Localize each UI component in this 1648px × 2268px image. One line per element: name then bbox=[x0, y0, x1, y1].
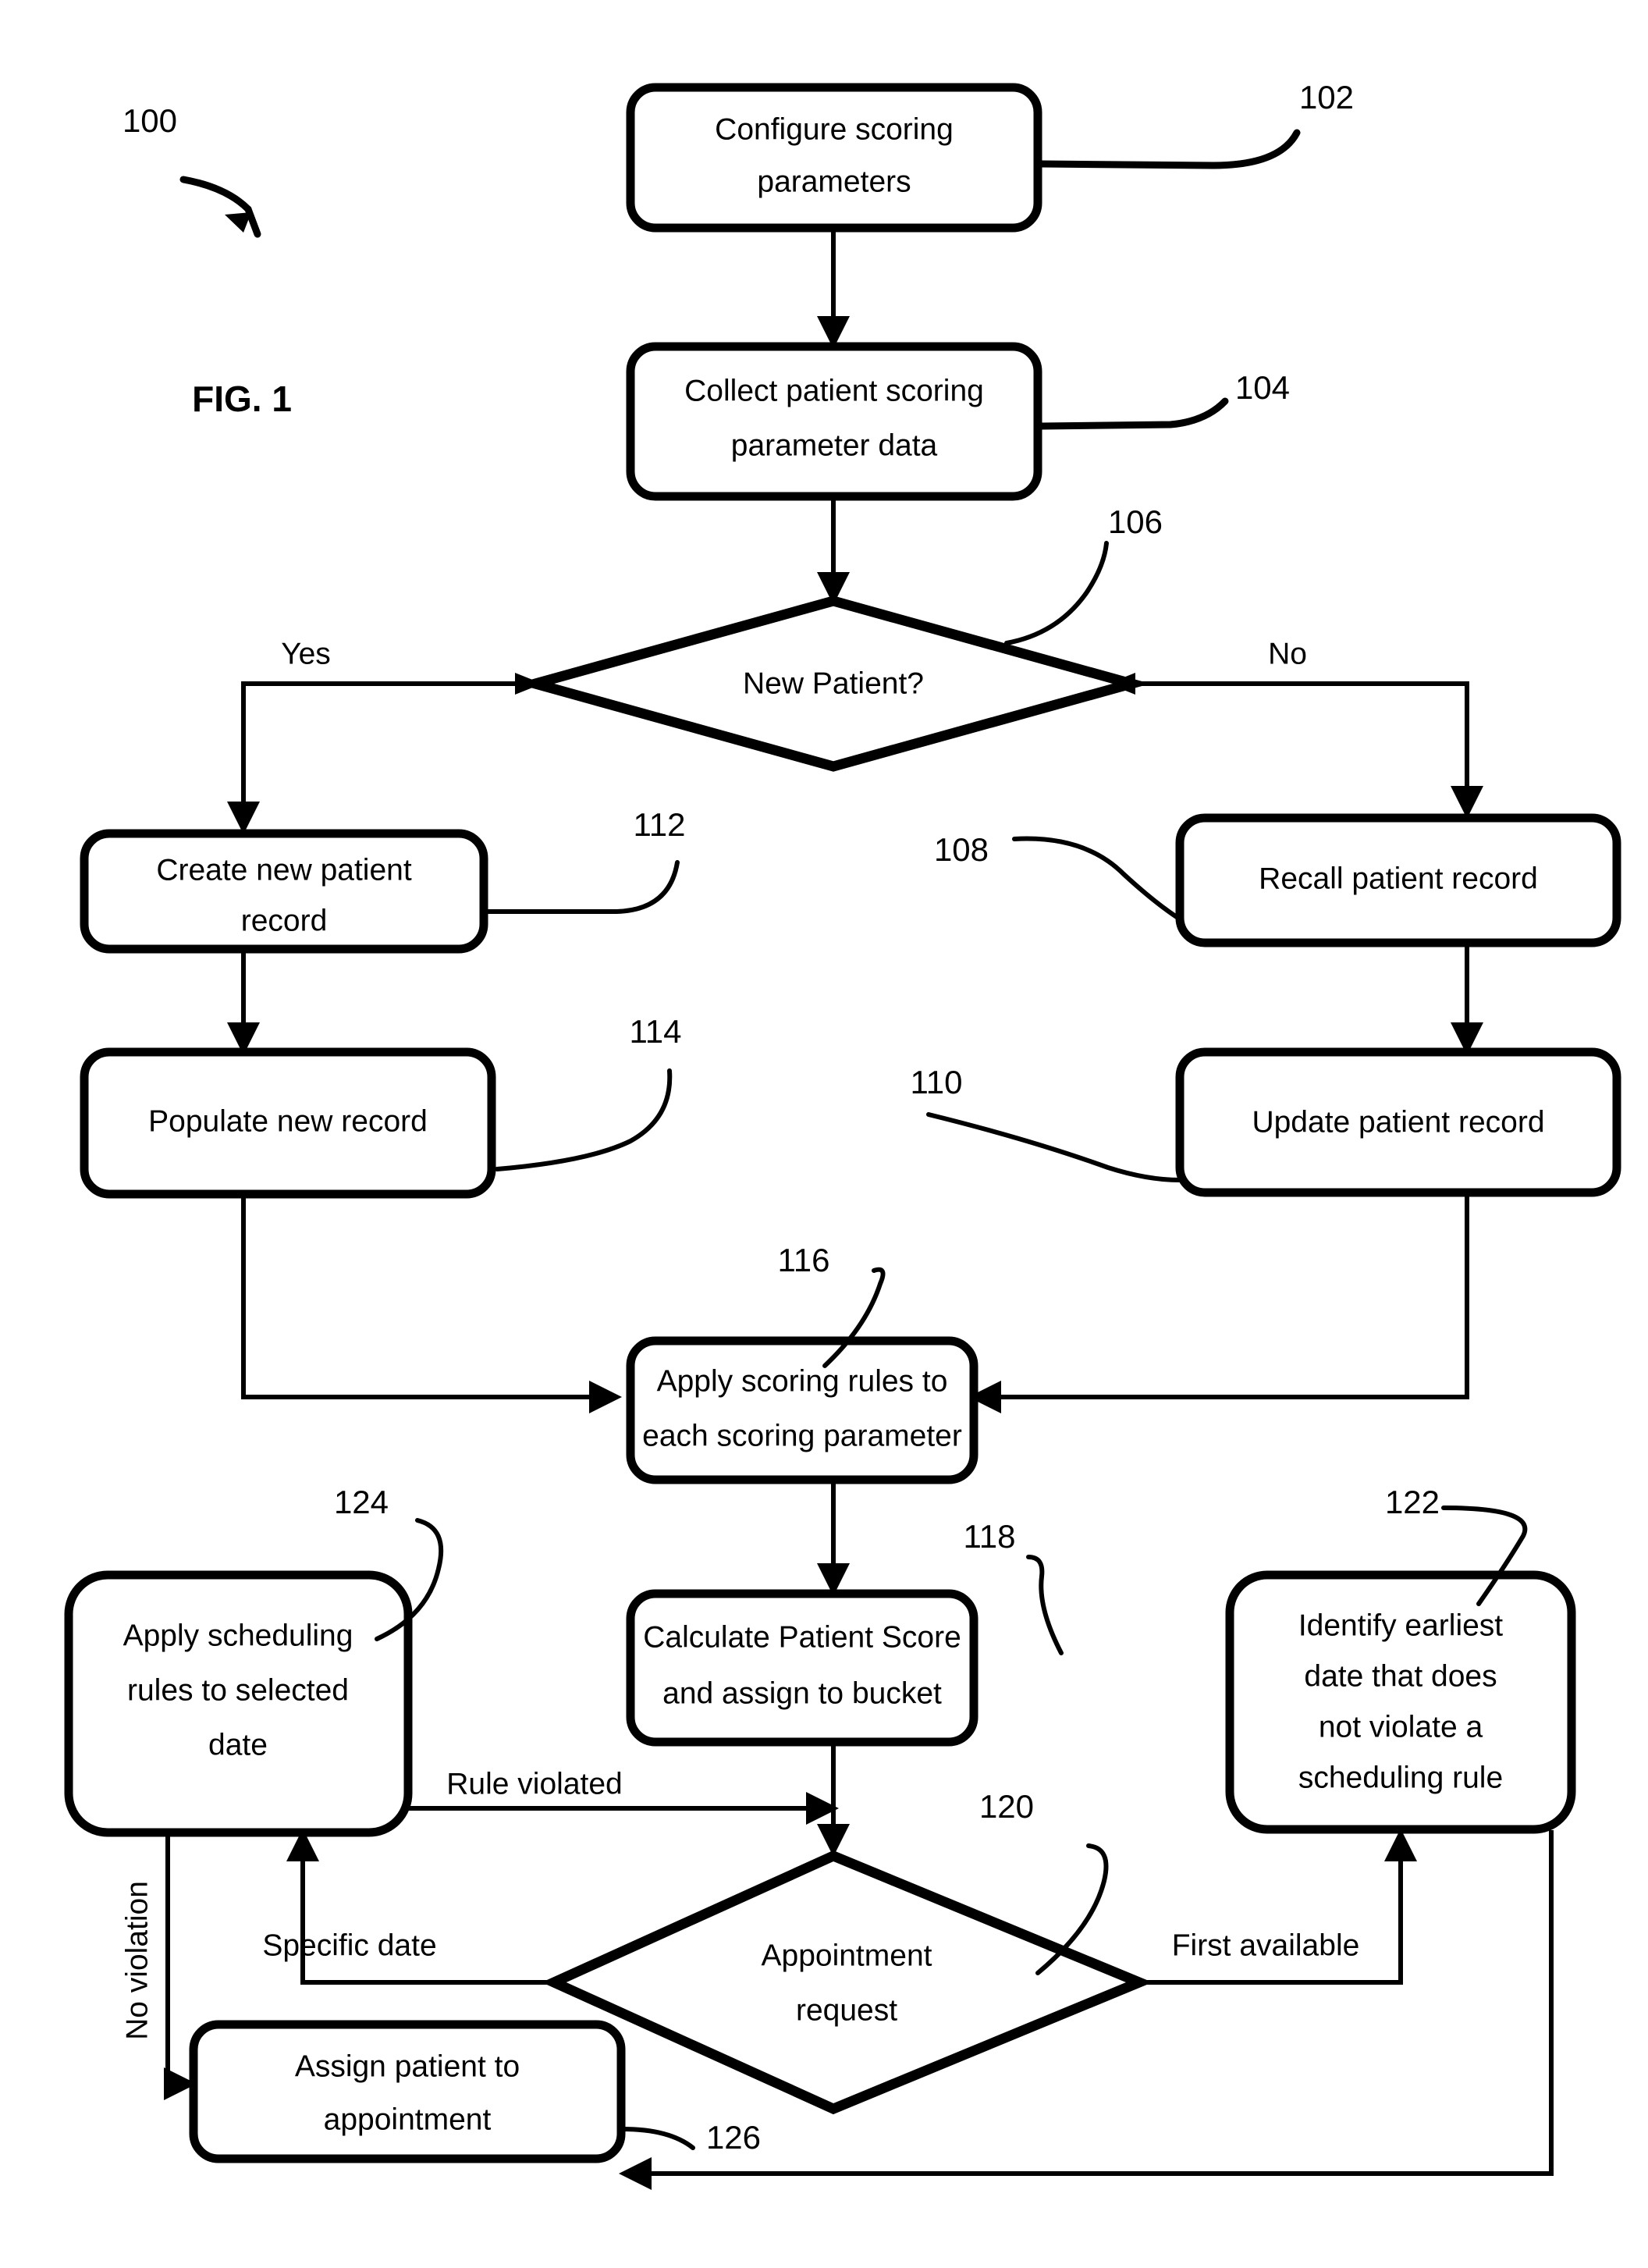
connector-106-yes-to-112 bbox=[227, 681, 517, 834]
node-126-line-1: Assign patient to bbox=[295, 2049, 520, 2083]
node-120-shape bbox=[542, 1850, 1153, 2115]
connector-110-to-116 bbox=[968, 1190, 1469, 1413]
ref-numeral-118: 118 bbox=[964, 1518, 1016, 1555]
node-calculate-patient-score[interactable]: Calculate Patient Score and assign to bu… bbox=[626, 1589, 978, 1747]
leader-line-106 bbox=[1004, 541, 1109, 645]
edge-label-rule-violated: Rule violated bbox=[446, 1767, 622, 1801]
node-apply-scoring-rules[interactable]: Apply scoring rules to each scoring para… bbox=[626, 1336, 978, 1484]
node-124-line-3: date bbox=[208, 1728, 268, 1761]
node-114-line-1: Populate new record bbox=[148, 1104, 428, 1138]
node-populate-new-record[interactable]: Populate new record bbox=[80, 1047, 496, 1199]
ref-numeral-104: 104 bbox=[1235, 369, 1290, 406]
node-116-line-2: each scoring parameter bbox=[642, 1419, 962, 1452]
node-identify-earliest-date[interactable]: Identify earliest date that does not vio… bbox=[1225, 1570, 1576, 1834]
node-118-shape bbox=[626, 1589, 978, 1747]
leader-line-118 bbox=[1026, 1555, 1064, 1655]
node-new-patient-decision[interactable]: New Patient? bbox=[516, 595, 1151, 772]
node-collect-patient-scoring-parameter-data[interactable]: Collect patient scoring parameter data bbox=[626, 342, 1042, 501]
connector-114-to-116 bbox=[241, 1196, 622, 1413]
leader-line-108 bbox=[1012, 836, 1179, 919]
node-108-line-1: Recall patient record bbox=[1259, 862, 1538, 895]
node-106-line-1: New Patient? bbox=[743, 667, 924, 700]
flowchart-canvas: Configure scoring parameters 102 Collect… bbox=[64, 79, 1621, 2190]
node-116-line-1: Apply scoring rules to bbox=[657, 1364, 948, 1398]
node-102-line-2: parameters bbox=[757, 165, 911, 198]
ref-numeral-124: 124 bbox=[334, 1484, 389, 1520]
ref-numeral-106: 106 bbox=[1108, 503, 1163, 540]
leader-line-100 bbox=[179, 176, 252, 213]
node-122-line-2: date that does bbox=[1304, 1659, 1497, 1693]
ref-numeral-120: 120 bbox=[979, 1788, 1034, 1825]
node-118-line-2: and assign to bucket bbox=[662, 1676, 942, 1710]
patent-figure-flowchart: Configure scoring parameters 102 Collect… bbox=[0, 0, 1648, 2268]
node-104-shape bbox=[626, 342, 1042, 501]
node-124-line-2: rules to selected bbox=[127, 1673, 349, 1707]
node-update-patient-record[interactable]: Update patient record bbox=[1175, 1047, 1621, 1197]
edge-label-no-violation: No violation bbox=[120, 1881, 154, 2040]
leader-line-102 bbox=[1038, 129, 1301, 169]
ref-numeral-102: 102 bbox=[1299, 79, 1354, 116]
figure-caption: FIG. 1 bbox=[192, 379, 292, 419]
node-assign-patient-to-appointment[interactable]: Assign patient to appointment bbox=[189, 2020, 626, 2163]
node-116-shape bbox=[626, 1336, 978, 1484]
node-122-line-4: scheduling rule bbox=[1298, 1761, 1503, 1794]
node-appointment-request-decision[interactable]: Appointment request bbox=[542, 1850, 1153, 2115]
node-112-line-2: record bbox=[241, 904, 328, 937]
edge-label-no: No bbox=[1268, 637, 1307, 670]
ref-numeral-108: 108 bbox=[934, 831, 989, 868]
node-102-line-1: Configure scoring bbox=[715, 112, 954, 146]
node-126-line-2: appointment bbox=[324, 2103, 492, 2136]
edge-label-first-available: First available bbox=[1172, 1929, 1360, 1962]
leader-line-112 bbox=[485, 860, 680, 914]
ref-numeral-112: 112 bbox=[634, 806, 686, 843]
node-112-line-1: Create new patient bbox=[156, 853, 412, 887]
node-122-line-3: not violate a bbox=[1319, 1710, 1483, 1744]
leader-line-126 bbox=[620, 2127, 695, 2150]
node-120-line-2: request bbox=[796, 1993, 897, 2027]
ref-numeral-116: 116 bbox=[778, 1242, 830, 1278]
node-102-shape bbox=[626, 83, 1042, 233]
node-118-line-1: Calculate Patient Score bbox=[643, 1620, 961, 1654]
node-recall-patient-record[interactable]: Recall patient record bbox=[1175, 813, 1621, 947]
node-create-new-patient-record[interactable]: Create new patient record bbox=[80, 829, 488, 954]
node-110-line-1: Update patient record bbox=[1252, 1105, 1544, 1139]
connector-124-no-violation-to-126 bbox=[164, 1834, 197, 2100]
node-126-shape bbox=[189, 2020, 626, 2163]
ref-numeral-126: 126 bbox=[706, 2119, 761, 2156]
node-104-line-2: parameter data bbox=[731, 428, 938, 462]
leader-line-110 bbox=[926, 1112, 1182, 1182]
node-120-line-1: Appointment bbox=[762, 1939, 932, 1972]
ref-numeral-100: 100 bbox=[123, 102, 177, 139]
node-122-line-1: Identify earliest bbox=[1298, 1609, 1503, 1642]
edge-label-yes: Yes bbox=[281, 637, 331, 670]
node-124-line-1: Apply scheduling bbox=[123, 1619, 353, 1652]
node-configure-scoring-parameters[interactable]: Configure scoring parameters bbox=[626, 83, 1042, 233]
ref-numeral-122: 122 bbox=[1385, 1484, 1440, 1520]
leader-line-100-tail bbox=[244, 205, 261, 238]
leader-line-114 bbox=[495, 1068, 673, 1171]
ref-numeral-110: 110 bbox=[911, 1064, 963, 1100]
ref-numeral-114: 114 bbox=[630, 1013, 682, 1050]
connector-106-no-to-108 bbox=[1133, 681, 1483, 819]
edge-label-specific-date: Specific date bbox=[262, 1929, 436, 1962]
node-104-line-1: Collect patient scoring bbox=[684, 374, 984, 407]
leader-line-104 bbox=[1038, 397, 1229, 430]
node-apply-scheduling-rules-to-selected-date[interactable]: Apply scheduling rules to selected date bbox=[64, 1570, 413, 1837]
